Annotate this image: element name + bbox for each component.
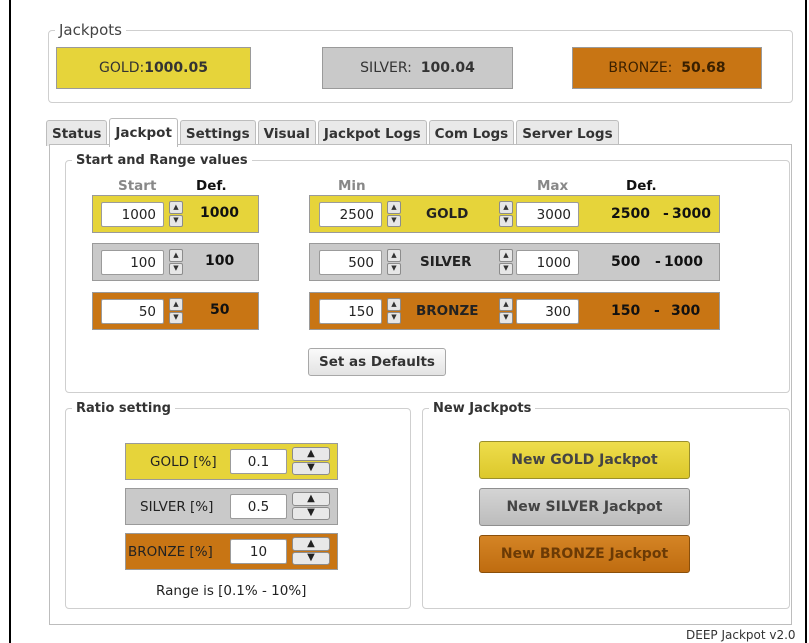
spin-up-icon[interactable]: ▲ — [292, 492, 330, 506]
silver-ratio-spinner[interactable]: ▲ ▼ — [292, 492, 330, 520]
spin-down-icon[interactable]: ▼ — [499, 214, 513, 227]
silver-range-dash: - — [655, 254, 661, 270]
bronze-max-spinner[interactable]: ▲ ▼ — [499, 298, 513, 324]
silver-min-spinner[interactable]: ▲ ▼ — [387, 249, 401, 275]
bronze-jackpot-value: 50.68 — [681, 60, 726, 76]
ratio-range-note: Range is [0.1% - 10%] — [156, 583, 307, 599]
tab-server-logs[interactable]: Server Logs — [516, 120, 619, 146]
spin-up-icon[interactable]: ▲ — [292, 447, 330, 461]
bronze-jackpot-label: BRONZE: — [608, 60, 673, 76]
bronze-jackpot-display: BRONZE: 50.68 — [572, 47, 762, 89]
gold-start-default: 1000 — [200, 205, 239, 221]
silver-min-input[interactable]: 500 — [319, 250, 382, 275]
spin-down-icon[interactable]: ▼ — [387, 214, 401, 227]
jackpots-legend: Jackpots — [59, 21, 122, 39]
spin-up-icon[interactable]: ▲ — [499, 298, 513, 311]
silver-jackpot-label: SILVER: — [360, 60, 412, 76]
bronze-range-default-max: 300 — [671, 303, 701, 319]
gold-range-default-min: 2500 — [611, 206, 650, 222]
tab-settings[interactable]: Settings — [179, 120, 256, 146]
app-window: Jackpots GOLD: 1000.05 SILVER: 100.04 BRO… — [9, 0, 807, 643]
gold-max-spinner[interactable]: ▲ ▼ — [499, 201, 513, 227]
bronze-min-input[interactable]: 150 — [319, 299, 382, 324]
max-header: Max — [537, 178, 569, 194]
bronze-range-dash: - — [654, 303, 660, 319]
gold-ratio-input[interactable]: 0.1 — [230, 449, 287, 474]
bronze-max-input[interactable]: 300 — [516, 299, 579, 324]
spin-up-icon[interactable]: ▲ — [387, 298, 401, 311]
silver-max-spinner[interactable]: ▲ ▼ — [499, 249, 513, 275]
bronze-ratio-label: BRONZE [%] — [128, 544, 213, 560]
gold-range-dash: - — [663, 206, 669, 222]
spin-down-icon[interactable]: ▼ — [292, 461, 330, 475]
min-header: Min — [338, 178, 366, 194]
silver-range-label: SILVER — [420, 254, 472, 270]
bronze-ratio-spinner[interactable]: ▲ ▼ — [292, 537, 330, 565]
silver-jackpot-display: SILVER: 100.04 — [322, 47, 513, 89]
gold-range-default-max: 3000 — [672, 206, 711, 222]
gold-jackpot-display: GOLD: 1000.05 — [56, 47, 251, 89]
def-header: Def. — [196, 178, 227, 194]
tab-jackpot-logs[interactable]: Jackpot Logs — [317, 120, 427, 146]
tab-com-logs[interactable]: Com Logs — [428, 120, 515, 146]
silver-start-input[interactable]: 100 — [101, 250, 164, 275]
bronze-min-spinner[interactable]: ▲ ▼ — [387, 298, 401, 324]
new-jackpots-legend: New Jackpots — [433, 401, 532, 416]
spin-up-icon[interactable]: ▲ — [499, 201, 513, 214]
gold-ratio-spinner[interactable]: ▲ ▼ — [292, 447, 330, 475]
spin-up-icon[interactable]: ▲ — [387, 201, 401, 214]
silver-range-default-max: 1000 — [664, 254, 703, 270]
gold-min-input[interactable]: 2500 — [319, 202, 382, 227]
bronze-ratio-input[interactable]: 10 — [230, 539, 287, 564]
spin-down-icon[interactable]: ▼ — [387, 311, 401, 324]
spin-down-icon[interactable]: ▼ — [292, 506, 330, 520]
start-header: Start — [118, 178, 157, 194]
new-gold-jackpot-button[interactable]: New GOLD Jackpot — [479, 441, 690, 479]
set-as-defaults-button[interactable]: Set as Defaults — [308, 348, 446, 376]
spin-up-icon[interactable]: ▲ — [387, 249, 401, 262]
spin-down-icon[interactable]: ▼ — [292, 551, 330, 565]
silver-max-input[interactable]: 1000 — [516, 250, 579, 275]
gold-min-spinner[interactable]: ▲ ▼ — [387, 201, 401, 227]
tab-visual[interactable]: Visual — [257, 120, 316, 146]
spin-up-icon[interactable]: ▲ — [169, 201, 183, 214]
bronze-range-default-min: 150 — [611, 303, 641, 319]
bronze-start-spinner[interactable]: ▲ ▼ — [169, 298, 183, 324]
spin-down-icon[interactable]: ▼ — [499, 311, 513, 324]
silver-ratio-label: SILVER [%] — [140, 499, 214, 515]
tab-jackpot[interactable]: Jackpot — [109, 118, 178, 147]
spin-down-icon[interactable]: ▼ — [499, 262, 513, 275]
silver-ratio-input[interactable]: 0.5 — [230, 494, 287, 519]
start-range-legend: Start and Range values — [76, 153, 248, 168]
spin-up-icon[interactable]: ▲ — [499, 249, 513, 262]
silver-start-default: 100 — [205, 253, 235, 269]
silver-range-default-min: 500 — [611, 254, 641, 270]
spin-down-icon[interactable]: ▼ — [169, 262, 183, 275]
new-silver-jackpot-button[interactable]: New SILVER Jackpot — [479, 488, 690, 526]
spin-up-icon[interactable]: ▲ — [169, 249, 183, 262]
spin-down-icon[interactable]: ▼ — [169, 311, 183, 324]
gold-range-label: GOLD — [426, 206, 469, 222]
gold-start-input[interactable]: 1000 — [101, 202, 164, 227]
spin-down-icon[interactable]: ▼ — [387, 262, 401, 275]
gold-jackpot-value: 1000.05 — [144, 60, 208, 76]
tab-bar: Status Jackpot Settings Visual Jackpot L… — [46, 118, 621, 147]
spin-up-icon[interactable]: ▲ — [169, 298, 183, 311]
gold-start-spinner[interactable]: ▲ ▼ — [169, 201, 183, 227]
gold-ratio-label: GOLD [%] — [150, 454, 217, 470]
bronze-start-default: 50 — [210, 302, 230, 318]
gold-max-input[interactable]: 3000 — [516, 202, 579, 227]
silver-start-spinner[interactable]: ▲ ▼ — [169, 249, 183, 275]
spin-down-icon[interactable]: ▼ — [169, 214, 183, 227]
tab-status[interactable]: Status — [46, 120, 108, 146]
bronze-range-label: BRONZE — [416, 303, 479, 319]
new-bronze-jackpot-button[interactable]: New BRONZE Jackpot — [479, 535, 690, 573]
version-label: DEEP Jackpot v2.0 — [686, 628, 796, 642]
spin-up-icon[interactable]: ▲ — [292, 537, 330, 551]
gold-jackpot-label: GOLD: — [99, 60, 145, 76]
def-range-header: Def. — [626, 178, 657, 194]
bronze-start-input[interactable]: 50 — [101, 299, 164, 324]
silver-jackpot-value: 100.04 — [420, 60, 475, 76]
ratio-legend: Ratio setting — [76, 401, 171, 416]
